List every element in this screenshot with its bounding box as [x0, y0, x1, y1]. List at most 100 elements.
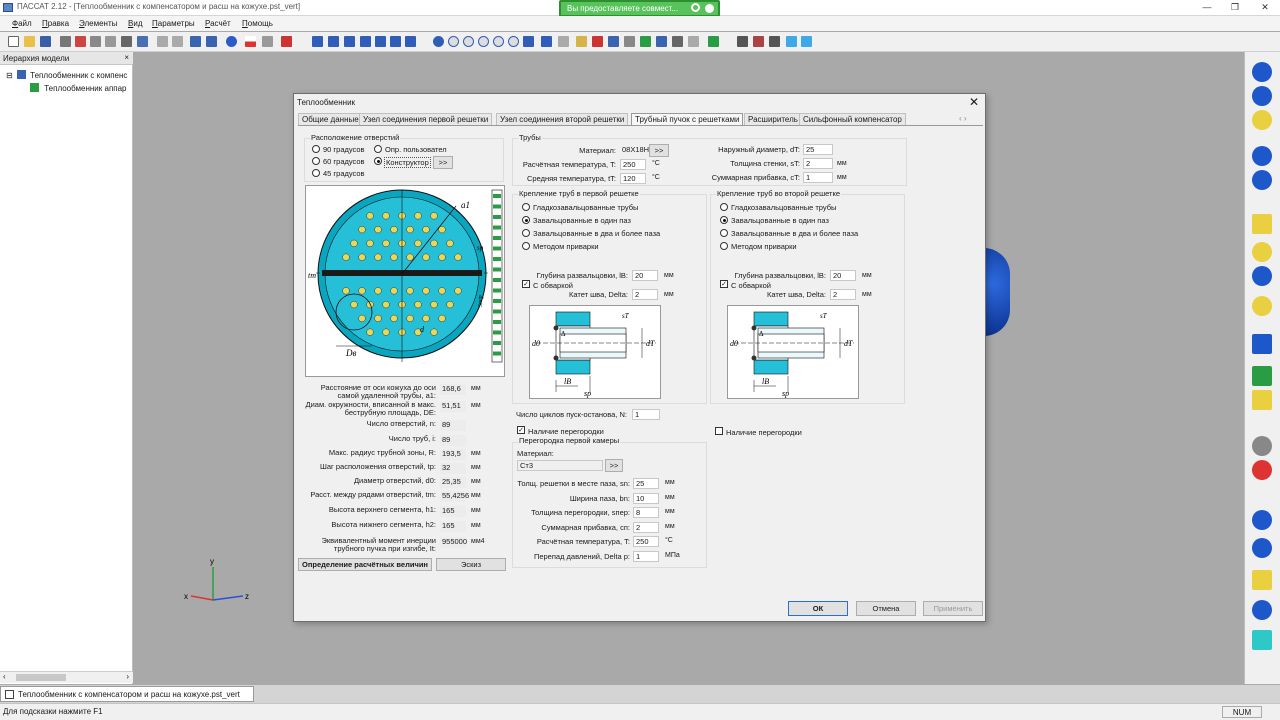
partition-row-input-0[interactable]: 25 — [633, 478, 659, 489]
display-mode-icon[interactable] — [708, 36, 719, 47]
view-back-icon[interactable] — [360, 36, 371, 47]
radio-90[interactable] — [312, 145, 320, 153]
fix2-depth-input[interactable]: 20 — [830, 270, 856, 281]
tab-tube-bundle[interactable]: Трубный пучок с решетками — [631, 113, 744, 125]
tube-wall-input[interactable]: 2 — [803, 158, 833, 169]
partition-row-input-2[interactable]: 8 — [633, 507, 659, 518]
element-bend-icon[interactable] — [1252, 242, 1272, 262]
axes-icon[interactable] — [672, 36, 683, 47]
paste-icon[interactable] — [105, 36, 116, 47]
minimize-button[interactable]: — — [1194, 0, 1220, 15]
radio-constructor[interactable] — [374, 157, 382, 165]
cut-icon[interactable] — [75, 36, 86, 47]
fix2-radio-0[interactable] — [720, 203, 728, 211]
partition-row-input-1[interactable]: 10 — [633, 492, 659, 504]
fix1-radio-2[interactable] — [522, 229, 530, 237]
valve-icon[interactable] — [769, 36, 780, 47]
radio-60[interactable] — [312, 157, 320, 165]
view-iso2-icon[interactable] — [405, 36, 416, 47]
flag-icon[interactable] — [245, 36, 256, 47]
element-expander-icon[interactable] — [1252, 538, 1272, 558]
element-axes-icon[interactable] — [1252, 460, 1272, 480]
scroll-thumb[interactable] — [16, 674, 66, 681]
holes-more-button[interactable]: >> — [433, 156, 453, 169]
tab-second-plate-joint[interactable]: Узел соединения второй решетки — [496, 113, 629, 125]
cycles-input[interactable]: 1 — [632, 409, 660, 420]
dialog-close-icon[interactable]: ✕ — [969, 95, 979, 109]
cone-icon[interactable] — [801, 36, 812, 47]
refresh-icon[interactable] — [691, 3, 700, 12]
fix1-radio-0[interactable] — [522, 203, 530, 211]
fix2-weld-checkbox[interactable]: ✓ — [720, 280, 728, 288]
view-side-icon[interactable] — [344, 36, 355, 47]
fix2-cathet-input[interactable]: 2 — [830, 289, 856, 300]
tube-material-button[interactable]: >> — [649, 144, 669, 157]
rotate-right-icon[interactable] — [508, 36, 519, 47]
save-icon[interactable] — [40, 36, 51, 47]
tab-scroll-arrows[interactable]: ‹ › — [959, 114, 967, 123]
tube-avg-temp-input[interactable]: 120 — [620, 173, 646, 184]
element-cylinder-icon[interactable] — [1252, 86, 1272, 106]
close-window-button[interactable]: ✕ — [1252, 0, 1278, 15]
model-icon[interactable] — [576, 36, 587, 47]
apply-button[interactable]: Применить — [923, 601, 983, 616]
fix2-radio-2[interactable] — [720, 229, 728, 237]
undo-icon[interactable] — [157, 36, 168, 47]
rotate-left-icon[interactable] — [493, 36, 504, 47]
partition-row-input-4[interactable]: 250 — [633, 536, 659, 547]
fit-icon[interactable] — [541, 36, 552, 47]
model-3d-view[interactable] — [984, 248, 1010, 336]
fix1-radio-3[interactable] — [522, 242, 530, 250]
funnel-icon[interactable] — [786, 36, 797, 47]
fix2-radio-1[interactable] — [720, 216, 728, 224]
element-flange-icon[interactable] — [1252, 214, 1272, 234]
partition1-checkbox[interactable]: ✓ — [517, 426, 525, 434]
element-ring-icon[interactable] — [1252, 296, 1272, 316]
copy-icon[interactable] — [90, 36, 101, 47]
colors-icon[interactable] — [592, 36, 603, 47]
tab-expander[interactable]: Расширитель — [744, 113, 802, 125]
fix1-depth-input[interactable]: 20 — [632, 270, 658, 281]
tab-first-plate-joint[interactable]: Узел соединения первой решетки — [359, 113, 493, 125]
view-front-icon[interactable] — [312, 36, 323, 47]
partition-row-input-3[interactable]: 2 — [633, 521, 659, 533]
sketch-button[interactable]: Эскиз — [436, 558, 506, 571]
view-iso-icon[interactable] — [390, 36, 401, 47]
radio-user-defined[interactable] — [374, 145, 382, 153]
scroll-right-icon[interactable]: › — [126, 672, 129, 681]
horizontal-scrollbar[interactable]: ‹ › — [0, 671, 133, 683]
partition-material-button[interactable]: >> — [605, 459, 623, 472]
element-saddle-icon[interactable] — [1252, 366, 1272, 386]
table2-icon[interactable] — [206, 36, 217, 47]
element-jacket-icon[interactable] — [1252, 600, 1272, 620]
measure-icon[interactable] — [688, 36, 699, 47]
table-icon[interactable] — [190, 36, 201, 47]
delete-icon[interactable] — [121, 36, 132, 47]
tree-node-root[interactable]: ⊟ Теплообменник с компенс — [6, 70, 127, 80]
element-insulation-icon[interactable] — [1252, 630, 1272, 650]
close-panel-icon[interactable]: × — [124, 53, 129, 62]
document-tab[interactable]: Теплообменник с компенсатором и расш на … — [0, 686, 254, 702]
grid-icon[interactable] — [137, 36, 148, 47]
menu-parameters[interactable]: Параметры — [152, 19, 195, 28]
menu-edit[interactable]: Правка — [42, 19, 69, 28]
zoom-window-icon[interactable] — [463, 36, 474, 47]
chart-icon[interactable] — [281, 36, 292, 47]
fit2-icon[interactable] — [558, 36, 569, 47]
fix1-weld-checkbox[interactable]: ✓ — [522, 280, 530, 288]
fix1-radio-1[interactable] — [522, 216, 530, 224]
fix1-cathet-input[interactable]: 2 — [632, 289, 658, 300]
menu-view[interactable]: Вид — [128, 19, 142, 28]
tree-node-child[interactable]: Теплообменник аппар — [30, 83, 127, 93]
close-notification-icon[interactable] — [705, 4, 714, 13]
view-bottom-icon[interactable] — [375, 36, 386, 47]
element-plate-icon[interactable] — [1252, 334, 1272, 354]
element-tube-bundle-icon[interactable] — [1252, 510, 1272, 530]
tube-allow-input[interactable]: 1 — [803, 172, 833, 183]
cancel-button[interactable]: Отмена — [856, 601, 916, 616]
maximize-button[interactable]: ❐ — [1222, 0, 1248, 15]
shading-icon[interactable] — [608, 36, 619, 47]
info-icon[interactable] — [226, 36, 237, 47]
pan-icon[interactable] — [523, 36, 534, 47]
tab-bellows[interactable]: Сильфонный компенсатор — [799, 113, 906, 125]
